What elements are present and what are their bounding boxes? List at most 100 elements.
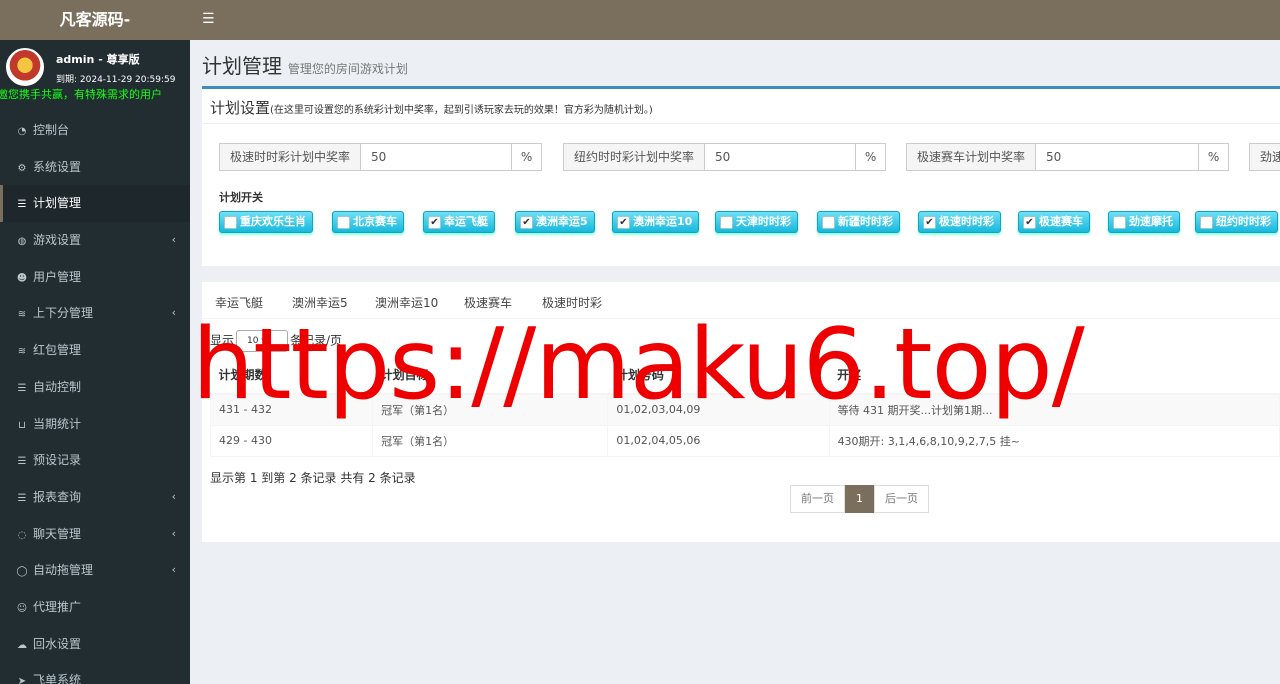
- paper-plane-icon: ➤: [17, 676, 27, 684]
- plan-settings-box: 计划设置(在这里可设置您的系统彩计划中奖率，起到引诱玩家去玩的效果！官方彩为随机…: [202, 86, 1280, 266]
- plan-switch-checkbox[interactable]: ✔ 极速赛车: [1018, 211, 1090, 233]
- database-icon: ≋: [17, 346, 27, 358]
- chevron-left-icon: ‹: [171, 306, 176, 320]
- user-expiry: 到期: 2024-11-29 20:59:59: [56, 75, 176, 85]
- sidebar-item[interactable]: ☁ 回水设置: [0, 626, 190, 663]
- plan-switch-label: 新疆时时彩: [838, 215, 893, 228]
- table-row: 429 - 430 冠军（第1名） 01,02,04,05,06 430期开: 3,1…: [209, 424, 1280, 457]
- cloud-upload-icon: ☁: [17, 639, 27, 651]
- list-icon: ☰: [17, 382, 27, 394]
- plan-switch-checkbox[interactable]: 新疆时时彩: [817, 211, 900, 233]
- rate-input[interactable]: 50: [361, 144, 511, 170]
- user-panel: admin - 尊享版 到期: 2024-11-29 20:59:59 诚邀您携…: [0, 40, 190, 112]
- announcement-marquee: 诚邀您携手共赢，有特殊需求的用户: [0, 86, 190, 102]
- sidebar-item[interactable]: ⊔ 当期统计: [0, 406, 190, 443]
- checkbox-icon: ✔: [1023, 216, 1036, 229]
- rate-label: 极速赛车计划中奖率: [907, 144, 1037, 170]
- sidebar-item-label: 回水设置: [33, 636, 82, 651]
- prev-page-button[interactable]: 前一页: [790, 485, 845, 513]
- sidebar-item[interactable]: ☺ 代理推广: [0, 589, 190, 626]
- plan-switch-checkbox[interactable]: ✔ 澳洲幸运5: [515, 211, 595, 233]
- plan-switch-checkbox[interactable]: 天津时时彩: [715, 211, 798, 233]
- rate-input[interactable]: 50: [705, 144, 855, 170]
- sidebar-item-label: 聊天管理: [33, 526, 82, 541]
- plan-switch-label: 幸运飞艇: [444, 215, 488, 228]
- plan-switch-label: 重庆欢乐生肖: [240, 215, 306, 228]
- dashboard-icon: ◔: [17, 126, 27, 137]
- gamepad-icon: ◍: [17, 236, 27, 248]
- plan-switch-label: 纽约时时彩: [1216, 215, 1271, 228]
- sidebar-item-label: 报表查询: [33, 489, 82, 504]
- sidebar-item[interactable]: ☰ 报表查询 ‹: [0, 479, 190, 516]
- table-cell: 冠军（第1名）: [372, 424, 609, 457]
- database-icon: ≋: [17, 309, 27, 321]
- plan-switch-checkbox[interactable]: ✔ 极速时时彩: [918, 211, 1001, 233]
- sidebar-item[interactable]: ◯ 自动拖管理 ‹: [0, 552, 190, 589]
- comment-icon: ◯: [16, 566, 28, 578]
- sidebar-item[interactable]: ≋ 红包管理: [0, 332, 190, 369]
- announcement-text: 诚邀您携手共赢，有特殊需求的用户: [0, 88, 162, 101]
- plan-settings-heading: 计划设置: [210, 99, 271, 117]
- plan-switch-checkbox[interactable]: 纽约时时彩: [1195, 211, 1278, 233]
- content-header: 计划管理 管理您的房间游戏计划: [202, 50, 408, 79]
- plan-switch-label: 极速时时彩: [939, 215, 994, 228]
- sidebar: 凡客源码- admin - 尊享版 到期: 2024-11-29 20:59:5…: [0, 0, 190, 684]
- sidebar-item-label: 游戏设置: [33, 233, 82, 248]
- page-1-button[interactable]: 1: [845, 485, 874, 513]
- list-icon: ☰: [17, 492, 27, 504]
- users-icon: ☻: [16, 272, 28, 284]
- sidebar-item-label: 用户管理: [33, 269, 82, 284]
- sidebar-item-label: 控制台: [33, 123, 70, 137]
- sidebar-item[interactable]: ➤ 飞单系统: [0, 662, 190, 684]
- menu-toggle-icon[interactable]: ☰: [202, 12, 215, 26]
- user-name: admin - 尊享版: [56, 53, 140, 66]
- checkbox-icon: ✔: [617, 216, 630, 229]
- chevron-left-icon: ‹: [171, 526, 176, 540]
- watermark-text: https://maku6.top/: [192, 308, 1085, 422]
- plan-switch-label: 澳洲幸运5: [536, 215, 588, 228]
- plan-switch-label: 劲速摩托: [1129, 215, 1173, 228]
- page-title: 计划管理: [202, 54, 282, 78]
- plan-switch-checkbox[interactable]: 重庆欢乐生肖: [219, 211, 313, 233]
- plan-switch-title: 计划开关: [219, 191, 263, 204]
- checkbox-icon: [1113, 216, 1126, 229]
- checkbox-icon: ✔: [923, 216, 936, 229]
- rate-group-jisu-racing: 极速赛车计划中奖率 50 %: [906, 143, 1230, 171]
- sidebar-item[interactable]: ☰ 自动控制: [0, 369, 190, 406]
- table-cell: 429 - 430: [209, 424, 374, 457]
- rate-unit: %: [855, 144, 886, 170]
- table-cell: 430期开: 3,1,4,6,8,10,9,2,7,5 挂~: [828, 424, 1280, 457]
- user-plus-icon: ☺: [16, 602, 28, 614]
- plan-switch-checkbox[interactable]: 劲速摩托: [1108, 211, 1180, 233]
- sidebar-item[interactable]: ⚙ 系统设置: [0, 149, 190, 186]
- sidebar-item[interactable]: ☰ 计划管理: [0, 185, 190, 223]
- checkbox-icon: [1200, 216, 1213, 229]
- sidebar-item-label: 计划管理: [33, 196, 82, 211]
- rate-input[interactable]: 50: [1036, 144, 1198, 170]
- chevron-left-icon: ‹: [171, 489, 176, 503]
- sidebar-item[interactable]: ◍ 游戏设置 ‹: [0, 222, 190, 259]
- sidebar-item[interactable]: ◌ 聊天管理 ‹: [0, 516, 190, 553]
- list-icon: ☰: [17, 199, 27, 211]
- next-page-button[interactable]: 后一页: [874, 485, 929, 513]
- plan-switch-label: 北京赛车: [353, 215, 397, 228]
- checkbox-icon: [822, 216, 835, 229]
- plan-switch-checkbox[interactable]: 北京赛车: [332, 211, 404, 233]
- plan-settings-hint: (在这里可设置您的系统彩计划中奖率，起到引诱玩家去玩的效果！官方彩为随机计划。): [270, 105, 653, 116]
- chevron-left-icon: ‹: [171, 563, 176, 577]
- plan-switch-checkbox[interactable]: ✔ 澳洲幸运10: [612, 211, 700, 233]
- brand-logo[interactable]: 凡客源码-: [0, 0, 190, 40]
- cart-icon: ⊔: [18, 419, 26, 431]
- rate-label: 纽约时时彩计划中奖率: [564, 144, 706, 170]
- rate-label: 极速时时彩计划中奖率: [220, 144, 362, 170]
- top-bar: ☰: [190, 0, 1280, 40]
- plan-switch-checkbox[interactable]: ✔ 幸运飞艇: [423, 211, 495, 233]
- checkbox-icon: [337, 216, 350, 229]
- sidebar-item[interactable]: ◔ 控制台: [0, 112, 190, 149]
- plan-switch-label: 澳洲幸运10: [633, 215, 693, 228]
- sidebar-item[interactable]: ☰ 预设记录: [0, 442, 190, 479]
- sidebar-item[interactable]: ☻ 用户管理: [0, 259, 190, 296]
- plan-switch-label: 极速赛车: [1039, 215, 1083, 228]
- sidebar-item[interactable]: ≋ 上下分管理 ‹: [0, 295, 190, 332]
- list-icon: ☰: [17, 456, 27, 468]
